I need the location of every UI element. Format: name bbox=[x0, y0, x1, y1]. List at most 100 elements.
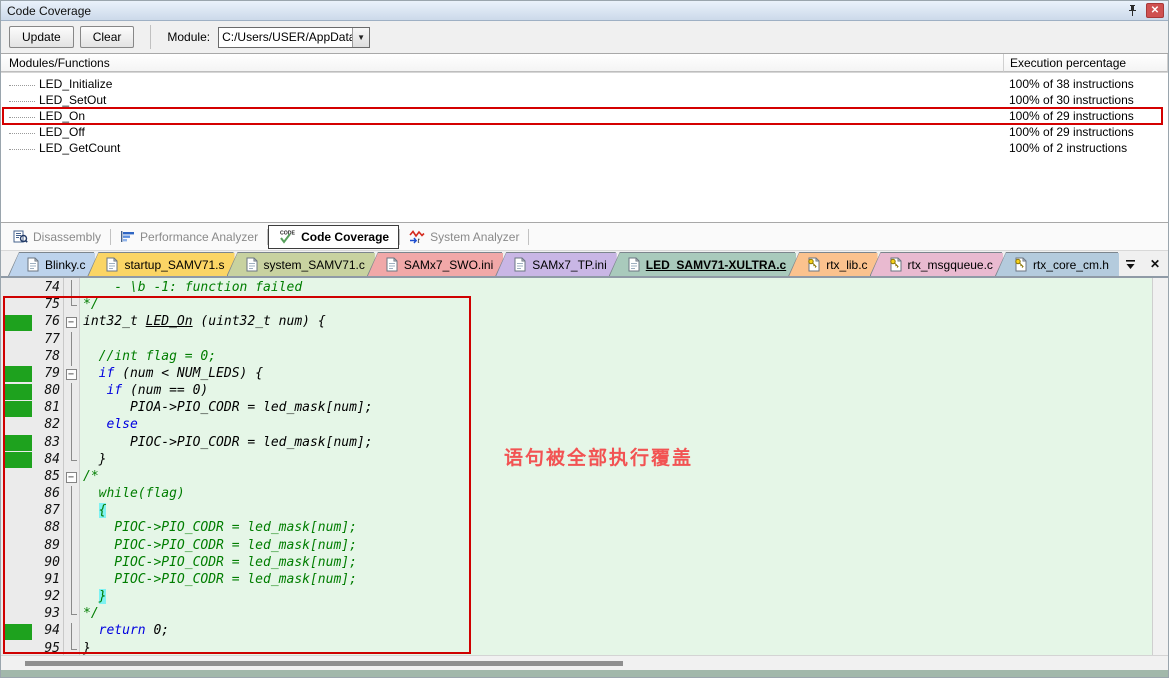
code-text: return 0; bbox=[83, 623, 169, 638]
execution-percentage: 100% of 2 instructions bbox=[1009, 141, 1127, 155]
module-label: Module: bbox=[167, 30, 210, 44]
close-icon[interactable]: ✕ bbox=[1146, 3, 1164, 18]
close-icon[interactable]: ✕ bbox=[1150, 257, 1160, 271]
code-line-91[interactable]: 91 PIOC->PIO_CODR = led_mask[num]; bbox=[1, 572, 1152, 589]
file-tab-led-samv71-xultra-c[interactable]: LED_SAMV71-XULTRA.c bbox=[609, 252, 795, 276]
file-tab-bar: Blinky.cstartup_SAMV71.ssystem_SAMV71.c S… bbox=[1, 251, 1168, 277]
fold-guide-line bbox=[71, 349, 72, 366]
function-name: LED_Initialize bbox=[39, 77, 112, 91]
horizontal-scrollbar-thumb[interactable] bbox=[25, 661, 623, 666]
file-tab-label: LED_SAMV71-XULTRA.c bbox=[646, 258, 786, 272]
code-editor[interactable]: 74 - \b -1: function failed75*/76−int32_… bbox=[1, 278, 1152, 655]
code-line-87[interactable]: 87 { bbox=[1, 503, 1152, 520]
file-tab-rtx-lib-c[interactable]: rtx_lib.c bbox=[788, 252, 876, 276]
module-combobox[interactable]: C:/Users/USER/AppData/ ▼ bbox=[218, 27, 370, 48]
dock-tab-code-coverage[interactable]: CODECode Coverage bbox=[268, 225, 399, 249]
line-number: 79 bbox=[31, 366, 60, 381]
disassembly-icon bbox=[13, 230, 28, 244]
file-tab-samx7-swo-ini[interactable]: SAMx7_SWO.ini bbox=[367, 252, 502, 276]
code-text: PIOC->PIO_CODR = led_mask[num]; bbox=[83, 538, 357, 553]
code-text: PIOC->PIO_CODR = led_mask[num]; bbox=[83, 435, 373, 450]
code-line-81[interactable]: 81 PIOA->PIO_CODR = led_mask[num]; bbox=[1, 400, 1152, 417]
code-line-80[interactable]: 80 if (num == 0) bbox=[1, 383, 1152, 400]
code-line-89[interactable]: 89 PIOC->PIO_CODR = led_mask[num]; bbox=[1, 538, 1152, 555]
code-line-90[interactable]: 90 PIOC->PIO_CODR = led_mask[num]; bbox=[1, 555, 1152, 572]
table-row-led-setout[interactable]: LED_SetOut100% of 30 instructions bbox=[1, 92, 1168, 108]
fold-collapse-icon[interactable]: − bbox=[66, 369, 77, 380]
file-tab-system-samv71-c[interactable]: system_SAMV71.c bbox=[227, 252, 374, 276]
execution-percentage: 100% of 29 instructions bbox=[1009, 109, 1134, 123]
clear-button[interactable]: Clear bbox=[80, 26, 135, 48]
code-line-88[interactable]: 88 PIOC->PIO_CODR = led_mask[num]; bbox=[1, 520, 1152, 537]
dock-tab-system-analyzer[interactable]: tSystem Analyzer bbox=[400, 225, 528, 249]
line-number: 94 bbox=[31, 623, 60, 638]
coverage-toolbar: Update Clear Module: C:/Users/USER/AppDa… bbox=[1, 21, 1168, 53]
table-header: Modules/Functions Execution percentage bbox=[1, 54, 1168, 73]
code-line-79[interactable]: 79− if (num < NUM_LEDS) { bbox=[1, 366, 1152, 383]
code-line-77[interactable]: 77 bbox=[1, 332, 1152, 349]
fold-guide-line bbox=[71, 503, 72, 520]
code-line-74[interactable]: 74 - \b -1: function failed bbox=[1, 280, 1152, 297]
panel-titlebar: Code Coverage ✕ bbox=[1, 1, 1168, 21]
code-text: } bbox=[83, 452, 106, 467]
annotation-label: 语句被全部执行覆盖 bbox=[504, 443, 693, 470]
code-line-85[interactable]: 85−/* bbox=[1, 469, 1152, 486]
code-text: PIOC->PIO_CODR = led_mask[num]; bbox=[83, 572, 357, 587]
code-line-75[interactable]: 75*/ bbox=[1, 297, 1152, 314]
code-line-76[interactable]: 76−int32_t LED_On (uint32_t num) { bbox=[1, 314, 1152, 331]
performance-analyzer-icon bbox=[120, 230, 135, 243]
file-tab-label: SAMx7_SWO.ini bbox=[404, 258, 493, 272]
line-number: 92 bbox=[31, 589, 60, 604]
fold-end-mark bbox=[71, 297, 77, 306]
svg-text:t: t bbox=[418, 236, 421, 244]
column-header-execution[interactable]: Execution percentage bbox=[1004, 54, 1168, 72]
fold-collapse-icon[interactable]: − bbox=[66, 472, 77, 483]
code-text: /* bbox=[83, 469, 99, 484]
code-line-86[interactable]: 86 while(flag) bbox=[1, 486, 1152, 503]
code-text: if (num < NUM_LEDS) { bbox=[83, 366, 263, 381]
coverage-marker bbox=[3, 435, 32, 451]
code-line-94[interactable]: 94 return 0; bbox=[1, 623, 1152, 640]
code-text: } bbox=[83, 589, 106, 604]
pin-icon[interactable] bbox=[1124, 3, 1140, 18]
line-number: 78 bbox=[31, 349, 60, 364]
document-icon bbox=[628, 257, 640, 272]
table-row-led-initialize[interactable]: LED_Initialize100% of 38 instructions bbox=[1, 76, 1168, 92]
code-text: - \b -1: function failed bbox=[83, 280, 302, 295]
table-row-led-off[interactable]: LED_Off100% of 29 instructions bbox=[1, 124, 1168, 140]
column-header-modules[interactable]: Modules/Functions bbox=[1, 54, 1004, 72]
code-line-93[interactable]: 93*/ bbox=[1, 606, 1152, 623]
code-line-78[interactable]: 78 //int flag = 0; bbox=[1, 349, 1152, 366]
code-text: else bbox=[83, 417, 138, 432]
file-tab-samx7-tp-ini[interactable]: SAMx7_TP.ini bbox=[495, 252, 615, 276]
dock-tab-performance-analyzer[interactable]: Performance Analyzer bbox=[111, 225, 267, 249]
document-icon bbox=[514, 257, 526, 272]
line-number: 76 bbox=[31, 314, 60, 329]
code-line-92[interactable]: 92 } bbox=[1, 589, 1152, 606]
horizontal-scrollbar[interactable] bbox=[1, 655, 1168, 670]
dock-tab-disassembly[interactable]: Disassembly bbox=[4, 225, 110, 249]
function-name: LED_Off bbox=[39, 125, 85, 139]
fold-guide-line bbox=[71, 555, 72, 572]
table-row-led-on[interactable]: LED_On100% of 29 instructions bbox=[1, 108, 1168, 124]
tab-list-icon[interactable] bbox=[1125, 259, 1136, 270]
line-number: 83 bbox=[31, 435, 60, 450]
file-tab-rtx-msgqueue-c[interactable]: rtx_msgqueue.c bbox=[870, 252, 1002, 276]
line-number: 84 bbox=[31, 452, 60, 467]
file-tab-rtx-core-cm-h[interactable]: rtx_core_cm.h bbox=[995, 252, 1118, 276]
fold-collapse-icon[interactable]: − bbox=[66, 317, 77, 328]
fold-guide-line bbox=[71, 520, 72, 537]
fold-guide-line bbox=[71, 538, 72, 555]
fold-guide-line bbox=[71, 400, 72, 417]
window-bottom-edge bbox=[1, 670, 1168, 677]
file-tab-blinky-c[interactable]: Blinky.c bbox=[8, 252, 94, 276]
line-number: 89 bbox=[31, 538, 60, 553]
vertical-scrollbar[interactable] bbox=[1152, 278, 1168, 655]
table-rows: LED_Initialize100% of 38 instructionsLED… bbox=[1, 73, 1168, 156]
code-line-95[interactable]: 95} bbox=[1, 641, 1152, 655]
code-line-82[interactable]: 82 else bbox=[1, 417, 1152, 434]
chevron-down-icon[interactable]: ▼ bbox=[352, 28, 369, 47]
file-tab-startup-samv71-s[interactable]: startup_SAMV71.s bbox=[87, 252, 233, 276]
table-row-led-getcount[interactable]: LED_GetCount100% of 2 instructions bbox=[1, 140, 1168, 156]
update-button[interactable]: Update bbox=[9, 26, 74, 48]
